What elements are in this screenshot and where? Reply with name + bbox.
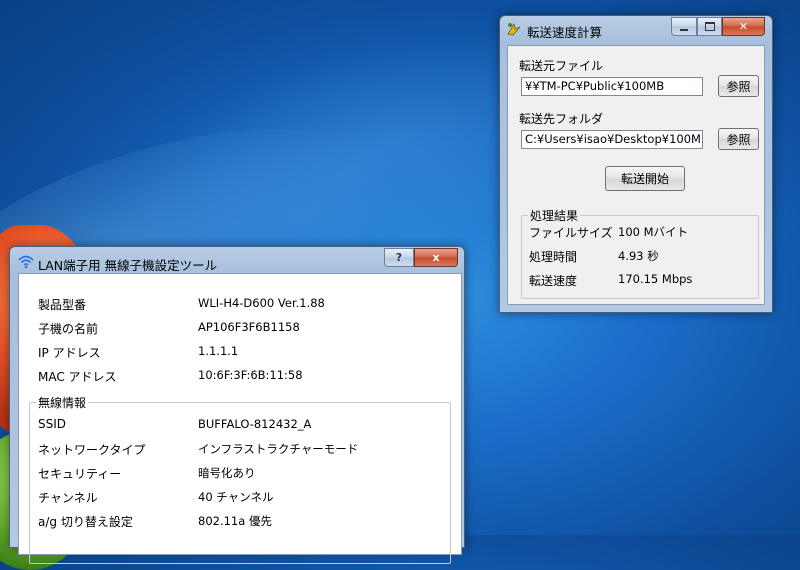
device-name-label: 子機の名前 (38, 322, 99, 336)
minimize-icon (680, 28, 688, 31)
window-title: 転送速度計算 (527, 25, 603, 40)
result-group: 処理結果 ファイルサイズ 100 Mバイト 処理時間 4.93 秒 転送速度 1… (521, 207, 759, 299)
window-title: LAN端子用 無線子機設定ツール (38, 258, 218, 273)
ssid-label: SSID (38, 417, 67, 431)
browse-dest-button[interactable]: 参照 (718, 128, 759, 150)
transfer-client-area: 転送元ファイル ¥¥TM-PC¥Public¥100MB 参照 転送先フォルダ … (507, 45, 765, 305)
result-group-title: 処理結果 (528, 207, 581, 224)
security-value: 暗号化あり (198, 466, 256, 480)
mac-address-label: MAC アドレス (38, 370, 117, 384)
network-type-value: インフラストラクチャーモード (198, 442, 359, 456)
wireless-settings-window[interactable]: LAN端子用 無線子機設定ツール ? x 製品型番 WLI-H4-D600 Ve… (9, 246, 465, 564)
ssid-value: BUFFALO-812432_A (198, 417, 312, 431)
file-size-label: ファイルサイズ (529, 226, 613, 240)
transfer-speed-value: 170.15 Mbps (618, 272, 693, 286)
close-button[interactable]: x (414, 248, 458, 267)
ip-address-label: IP アドレス (38, 346, 101, 360)
channel-value: 40 チャンネル (198, 490, 274, 504)
ag-switch-value: 802.11a 優先 (198, 514, 272, 528)
process-time-value: 4.93 秒 (618, 249, 659, 263)
product-model-value: WLI-H4-D600 Ver.1.88 (198, 296, 325, 310)
device-name-value: AP106F3F6B1158 (198, 320, 300, 334)
file-size-value: 100 Mバイト (618, 225, 689, 239)
close-icon: ✕ (738, 20, 749, 33)
wifi-icon (18, 253, 34, 269)
app-icon (506, 21, 522, 37)
minimize-button[interactable] (671, 17, 697, 36)
ag-switch-label: a/g 切り替え設定 (38, 515, 133, 529)
transfer-speed-label: 転送速度 (529, 274, 578, 288)
wlan-client-area: 製品型番 WLI-H4-D600 Ver.1.88 子機の名前 AP106F3F… (18, 273, 462, 564)
title-bar[interactable]: 転送速度計算 ✕ (500, 16, 772, 44)
start-transfer-button[interactable]: 転送開始 (605, 166, 685, 191)
dest-folder-label: 転送先フォルダ (519, 112, 604, 126)
mac-address-value: 10:6F:3F:6B:11:58 (198, 368, 303, 382)
title-bar[interactable]: LAN端子用 無線子機設定ツール ? x (10, 247, 464, 275)
network-type-label: ネットワークタイプ (38, 443, 146, 457)
ip-address-value: 1.1.1.1 (198, 344, 239, 358)
help-button[interactable]: ? (384, 248, 414, 267)
source-file-label: 転送元ファイル (519, 59, 604, 73)
maximize-button[interactable] (697, 17, 722, 36)
browse-source-button[interactable]: 参照 (718, 75, 759, 97)
security-label: セキュリティー (38, 467, 122, 481)
maximize-icon (704, 22, 715, 31)
close-button[interactable]: ✕ (722, 17, 765, 36)
dest-folder-input[interactable]: C:¥Users¥isao¥Desktop¥100MB (521, 130, 703, 149)
channel-label: チャンネル (38, 491, 98, 505)
product-model-label: 製品型番 (38, 298, 87, 312)
wireless-info-title: 無線情報 (36, 394, 89, 411)
transfer-speed-window[interactable]: 転送速度計算 ✕ 転送元ファイル ¥¥TM-PC¥Public¥100MB 参照… (499, 15, 773, 313)
source-file-input[interactable]: ¥¥TM-PC¥Public¥100MB (521, 77, 703, 96)
process-time-label: 処理時間 (529, 250, 578, 264)
